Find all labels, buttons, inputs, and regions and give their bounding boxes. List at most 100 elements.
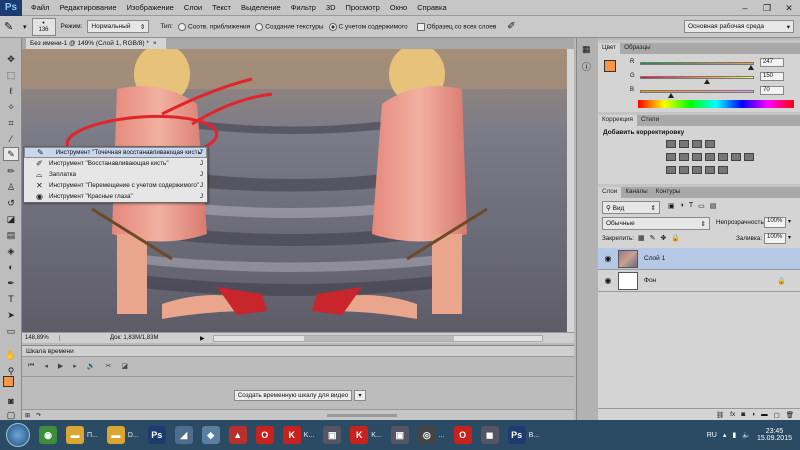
flyout-item-patch[interactable]: ⌓ Заплатка J xyxy=(24,169,207,180)
menu-edit[interactable]: Редактирование xyxy=(54,3,121,12)
group-icon[interactable]: ▬ xyxy=(761,411,768,418)
invert-icon[interactable] xyxy=(666,166,676,174)
menu-layers[interactable]: Слои xyxy=(179,3,207,12)
fx-icon[interactable]: fx xyxy=(730,411,735,418)
pen-tool-icon[interactable]: ✒ xyxy=(3,276,19,290)
lasso-tool-icon[interactable]: ℓ xyxy=(3,84,19,98)
type-tool-icon[interactable]: T xyxy=(3,292,19,306)
type-option-texture[interactable]: Создание текстуры xyxy=(255,22,324,31)
timeline-zoom-slider[interactable] xyxy=(327,413,398,417)
curves-icon[interactable] xyxy=(692,140,702,148)
taskbar-button[interactable]: K K... xyxy=(347,422,385,448)
taskbar-button[interactable]: ▬ D... xyxy=(104,422,142,448)
taskbar-button[interactable]: O xyxy=(253,422,277,448)
hue-saturation-icon[interactable] xyxy=(679,153,689,161)
blend-mode-select[interactable]: Обычные ⇕ xyxy=(602,217,710,230)
visibility-eye-icon[interactable]: ◉ xyxy=(598,254,618,263)
taskbar-button[interactable]: K K... xyxy=(280,422,318,448)
color-spectrum-bar[interactable] xyxy=(638,100,794,108)
taskbar-button[interactable]: ◆ xyxy=(199,422,223,448)
quick-select-tool-icon[interactable]: ✧ xyxy=(3,100,19,114)
trash-icon[interactable]: 🗑 xyxy=(786,411,794,419)
taskbar-button[interactable]: ◢ xyxy=(172,422,196,448)
channel-mixer-icon[interactable] xyxy=(731,153,741,161)
exposure-icon[interactable] xyxy=(705,140,715,148)
flyout-item-spot-healing[interactable]: ✎ Инструмент "Точечная восстанавливающая… xyxy=(24,147,207,158)
slider-thumb-icon[interactable] xyxy=(667,93,674,98)
start-button[interactable] xyxy=(3,422,33,448)
minimize-icon[interactable]: – xyxy=(734,0,756,16)
mask-icon[interactable]: ◙ xyxy=(741,411,745,418)
clock[interactable]: 23:45 15.09.2015 xyxy=(757,428,792,442)
convert-frames-icon[interactable]: ⊞ xyxy=(25,412,30,419)
brush-size-picker[interactable]: • 136 xyxy=(31,17,56,36)
vibrance-icon[interactable] xyxy=(666,153,676,161)
blur-tool-icon[interactable]: ◈ xyxy=(3,244,19,258)
taskbar-button[interactable]: O xyxy=(451,422,475,448)
menu-window[interactable]: Окно xyxy=(385,3,412,12)
taskbar-button[interactable]: ▣ xyxy=(320,422,344,448)
language-indicator[interactable]: RU xyxy=(707,432,717,439)
info-icon[interactable]: ⓘ xyxy=(582,60,591,73)
taskbar-button[interactable]: ▣ xyxy=(388,422,412,448)
lock-all-icon[interactable]: 🔒 xyxy=(671,234,680,242)
layer-row-layer1[interactable]: ◉ Слой 1 xyxy=(598,248,800,270)
path-select-tool-icon[interactable]: ➤ xyxy=(3,308,19,322)
lock-pixels-icon[interactable]: ✎ xyxy=(650,234,656,242)
layer-name[interactable]: Слой 1 xyxy=(644,255,665,262)
tab-color[interactable]: Цвет xyxy=(598,43,621,54)
next-frame-icon[interactable]: ▸ xyxy=(73,362,77,370)
tab-styles[interactable]: Стили xyxy=(636,115,664,126)
new-layer-icon[interactable]: ▢ xyxy=(774,411,780,419)
taskbar-button[interactable]: ◎... xyxy=(415,422,448,448)
healing-tool-icon[interactable]: ✎ xyxy=(3,147,19,161)
channel-r-slider[interactable] xyxy=(640,62,754,65)
type-option-content-aware[interactable]: С учетом содержимого xyxy=(328,22,408,31)
selective-color-icon[interactable] xyxy=(718,166,728,174)
layer-filter-select[interactable]: ⚲ Вид ⇕ xyxy=(602,201,660,214)
tab-swatches[interactable]: Образцы xyxy=(620,43,655,54)
render-icon[interactable]: ↷ xyxy=(36,412,41,419)
close-tab-icon[interactable]: × xyxy=(153,40,157,47)
layer-row-background[interactable]: ◉ Фон 🔒 xyxy=(598,270,800,292)
fill-value[interactable]: 100% xyxy=(764,233,786,244)
history-icon[interactable]: ▦ xyxy=(582,44,591,55)
crop-tool-icon[interactable]: ⌗ xyxy=(3,116,19,130)
taskbar-button[interactable]: Ps В... xyxy=(505,422,543,448)
threshold-icon[interactable] xyxy=(692,166,702,174)
color-lookup-icon[interactable] xyxy=(744,153,754,161)
restore-icon[interactable]: ❐ xyxy=(756,0,778,16)
color-balance-icon[interactable] xyxy=(692,153,702,161)
play-icon[interactable]: ▶ xyxy=(58,362,63,370)
link-icon[interactable]: ⛓ xyxy=(716,411,724,419)
adjustment-filter-icon[interactable]: ◑ xyxy=(680,202,684,210)
status-arrow-icon[interactable]: ▶ xyxy=(200,335,205,342)
channel-b-slider[interactable] xyxy=(640,90,754,93)
flyout-item-healing-brush[interactable]: ✐ Инструмент "Восстанавливающая кисть" J xyxy=(24,158,207,169)
marquee-tool-icon[interactable]: ⬚ xyxy=(3,68,19,82)
pixel-filter-icon[interactable]: ▣ xyxy=(668,202,675,210)
zoom-level[interactable]: 148,89% xyxy=(22,335,60,341)
menu-type[interactable]: Текст xyxy=(207,3,236,12)
brightness-contrast-icon[interactable] xyxy=(666,140,676,148)
gradient-map-icon[interactable] xyxy=(705,166,715,174)
channel-g-value[interactable]: 150 xyxy=(760,72,784,81)
prev-frame-icon[interactable]: ◂ xyxy=(44,362,48,370)
visibility-eye-icon[interactable]: ◉ xyxy=(598,276,618,285)
document-tab[interactable]: Без имени-1 @ 149% (Слой 1, RGB/8) * × xyxy=(26,38,166,49)
tab-channels[interactable]: Каналы xyxy=(621,187,652,198)
flyout-item-content-aware-move[interactable]: ✕ Инструмент "Перемещение с учетом содер… xyxy=(24,180,207,191)
black-white-icon[interactable] xyxy=(705,153,715,161)
tab-paths[interactable]: Контуры xyxy=(651,187,685,198)
channel-b-value[interactable]: 70 xyxy=(760,86,784,95)
tab-adjustments[interactable]: Коррекция xyxy=(598,115,637,126)
layer-name[interactable]: Фон xyxy=(644,277,656,284)
smart-object-filter-icon[interactable]: ▤ xyxy=(710,202,717,210)
audio-icon[interactable]: 🔈 xyxy=(87,362,96,370)
brush-tool-icon[interactable]: ✏ xyxy=(3,164,19,178)
menu-image[interactable]: Изображение xyxy=(122,3,179,12)
type-option-proximity[interactable]: Соотв. приближения xyxy=(178,22,250,31)
menu-filter[interactable]: Фильтр xyxy=(286,3,321,12)
opacity-value[interactable]: 100% xyxy=(764,217,786,228)
type-filter-icon[interactable]: T xyxy=(689,202,693,210)
